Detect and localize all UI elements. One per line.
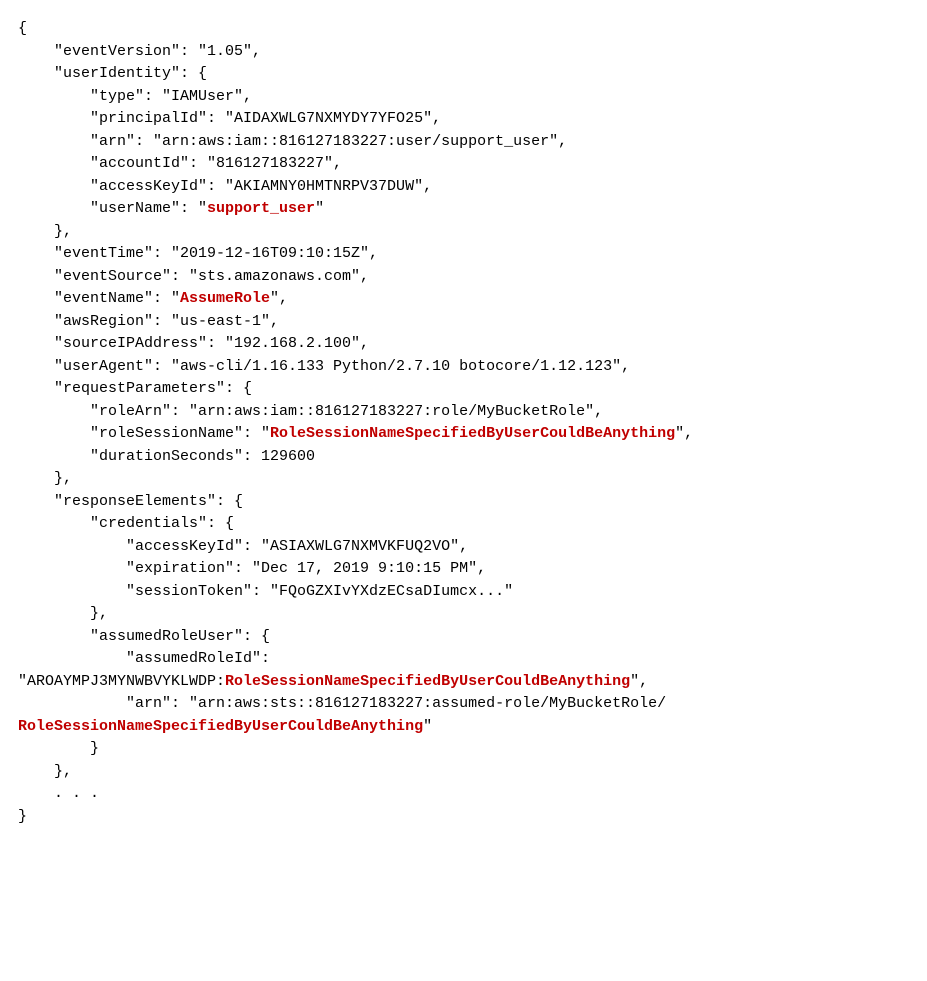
line-userAgent: "userAgent": "aws-cli/1.16.133 Python/2.…	[18, 358, 630, 375]
line-eventVersion: "eventVersion": "1.05",	[18, 43, 261, 60]
line-role-arn-line1: "arn": "arn:aws:sts::816127183227:assume…	[18, 695, 666, 712]
line-accountId: "accountId": "816127183227",	[18, 155, 342, 172]
line-cred-accessKeyId: "accessKeyId": "ASIAXWLG7NXMVKFUQ2VO",	[18, 538, 468, 555]
line-roleSessionName-prefix: "roleSessionName": "	[18, 425, 270, 442]
line-assumedRoleUser-close: }	[18, 740, 99, 757]
line-cred-sessionToken: "sessionToken": "FQoGZXIvYXdzECsaDIumcx.…	[18, 583, 513, 600]
line-assumedRoleId-val-suffix: ",	[630, 673, 648, 690]
line-arn: "arn": "arn:aws:iam::816127183227:user/s…	[18, 133, 567, 150]
line-eventName-prefix: "eventName": "	[18, 290, 180, 307]
line-eventTime: "eventTime": "2019-12-16T09:10:15Z",	[18, 245, 378, 262]
line-responseElements-close: },	[18, 763, 72, 780]
line-accessKeyId: "accessKeyId": "AKIAMNY0HMTNRPV37DUW",	[18, 178, 432, 195]
highlight-role-session-name-1: RoleSessionNameSpecifiedByUserCouldBeAny…	[270, 425, 675, 442]
line-requestParameters-close: },	[18, 470, 72, 487]
line-roleSessionName-suffix: ",	[675, 425, 693, 442]
line-cred-expiration: "expiration": "Dec 17, 2019 9:10:15 PM",	[18, 560, 486, 577]
line-credentials-open: "credentials": {	[18, 515, 234, 532]
line-sourceIPAddress: "sourceIPAddress": "192.168.2.100",	[18, 335, 369, 352]
line-assumedRoleId-key: "assumedRoleId":	[18, 650, 270, 667]
line-assumedRoleUser-open: "assumedRoleUser": {	[18, 628, 270, 645]
line-userName-prefix: "userName": "	[18, 200, 207, 217]
highlight-support-user: support_user	[207, 200, 315, 217]
line-userName-suffix: "	[315, 200, 324, 217]
line-principalId: "principalId": "AIDAXWLG7NXMYDY7YFO25",	[18, 110, 441, 127]
line-ellipsis: . . .	[18, 785, 99, 802]
line-userIdentity-close: },	[18, 223, 72, 240]
highlight-role-session-name-3: RoleSessionNameSpecifiedByUserCouldBeAny…	[18, 718, 423, 735]
line-responseElements-open: "responseElements": {	[18, 493, 243, 510]
line-close-brace: }	[18, 808, 27, 825]
highlight-role-session-name-2: RoleSessionNameSpecifiedByUserCouldBeAny…	[225, 673, 630, 690]
line-type: "type": "IAMUser",	[18, 88, 252, 105]
line-durationSeconds: "durationSeconds": 129600	[18, 448, 315, 465]
line-assumedRoleId-val-prefix: "AROAYMPJ3MYNWBVYKLWDP:	[18, 673, 225, 690]
line-eventSource: "eventSource": "sts.amazonaws.com",	[18, 268, 369, 285]
highlight-assume-role: AssumeRole	[180, 290, 270, 307]
line-requestParameters-open: "requestParameters": {	[18, 380, 252, 397]
line-roleArn: "roleArn": "arn:aws:iam::816127183227:ro…	[18, 403, 603, 420]
code-block: { "eventVersion": "1.05", "userIdentity"…	[18, 20, 693, 825]
line-userIdentity-open: "userIdentity": {	[18, 65, 207, 82]
line-role-arn-suffix: "	[423, 718, 432, 735]
line-awsRegion: "awsRegion": "us-east-1",	[18, 313, 279, 330]
line-eventName-suffix: ",	[270, 290, 288, 307]
line-open-brace: {	[18, 20, 27, 37]
line-credentials-close: },	[18, 605, 108, 622]
